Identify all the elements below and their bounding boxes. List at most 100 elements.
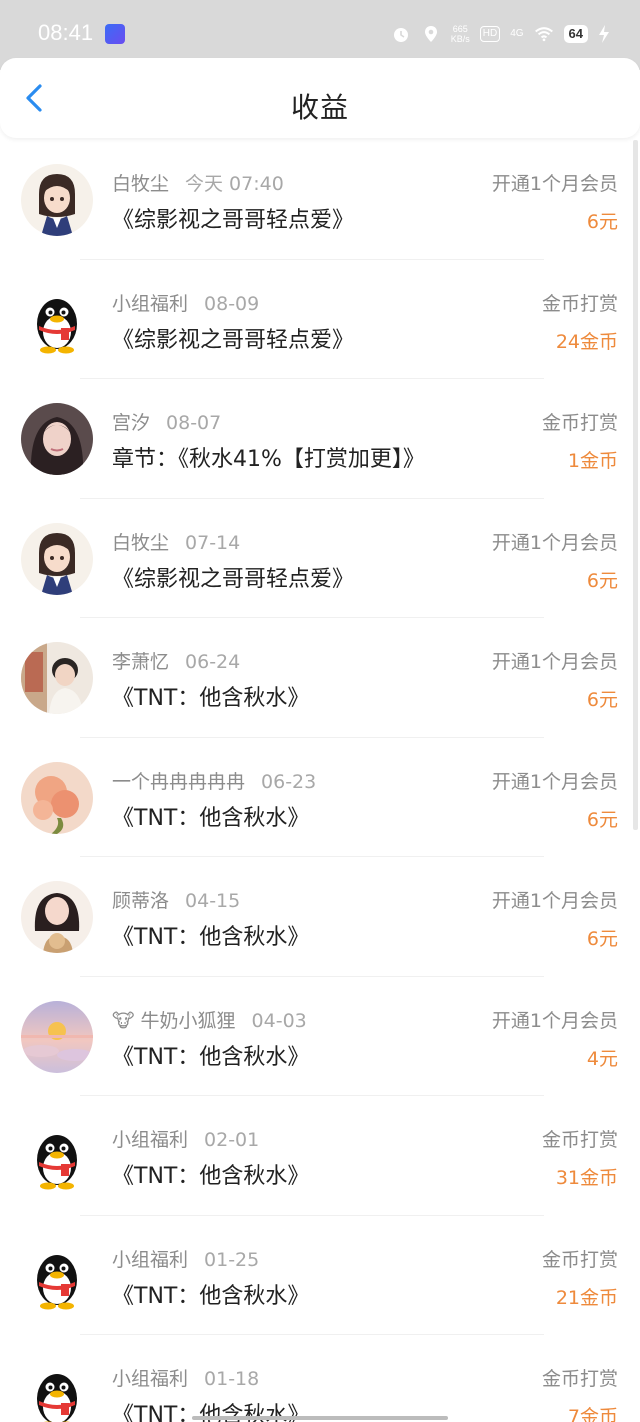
book-title: 《综影视之哥哥轻点爱》 (112, 566, 355, 592)
app-notification-icon (105, 24, 125, 44)
earnings-row[interactable]: 宫汐 08-07 章节：《秋水41%【打赏加更】》 金币打赏 1金币 (0, 379, 640, 499)
avatar[interactable] (21, 1120, 93, 1192)
earning-amount: 6元 (586, 211, 618, 233)
book-title: 《TNT：他含秋水》 (112, 1283, 310, 1309)
network-speed-value: 665 (452, 24, 468, 34)
scrollbar[interactable] (633, 140, 638, 830)
user-name: 小组福利 (112, 292, 189, 315)
earning-type: 开通1个月会员 (491, 173, 618, 195)
earning-amount: 4元 (586, 1047, 618, 1070)
avatar[interactable] (21, 642, 93, 714)
row-date: 01-18 (204, 1368, 260, 1390)
user-name: 李萧忆 (112, 651, 170, 673)
book-title: 《TNT：他含秋水》 (112, 686, 310, 711)
row-meta: 小组福利 02-01 (112, 1125, 259, 1152)
row-meta: 白牧尘 07-14 (112, 528, 240, 555)
row-date: 08-09 (204, 292, 260, 315)
row-date: 04-03 (251, 1009, 307, 1032)
earning-type: 开通1个月会员 (491, 651, 618, 673)
user-name: 宫汐 (112, 412, 151, 434)
page-title: 收益 (290, 91, 349, 124)
row-meta: 小组福利 01-18 (112, 1364, 259, 1391)
row-date: 04-15 (185, 890, 241, 912)
user-name: 小组福利 (112, 1368, 189, 1390)
avatar[interactable] (21, 1359, 93, 1422)
row-meta: 小组福利 01-25 (112, 1245, 259, 1272)
earning-type: 金币打赏 (541, 292, 618, 315)
avatar[interactable] (21, 522, 93, 595)
avatar[interactable] (21, 164, 93, 236)
network-type: 4G (510, 28, 524, 39)
earning-amount: 24金币 (555, 330, 618, 353)
book-title: 《TNT：他含秋水》 (112, 1044, 310, 1070)
earning-type: 开通1个月会员 (491, 531, 618, 554)
earnings-row[interactable]: 小组福利 02-01 《TNT：他含秋水》 金币打赏 31金币 (0, 1096, 640, 1216)
avatar[interactable] (21, 403, 93, 475)
row-meta: 李萧忆 06-24 (112, 647, 240, 674)
earnings-row[interactable]: 🐮 牛奶小狐狸 04-03 《TNT：他含秋水》 开通1个月会员 4元 (0, 977, 640, 1096)
book-title: 《综影视之哥哥轻点爱》 (112, 327, 355, 353)
alarm-icon (393, 28, 408, 42)
earning-type: 开通1个月会员 (491, 1009, 618, 1032)
earning-type: 金币打赏 (541, 1129, 618, 1151)
charging-icon (599, 25, 609, 43)
network-speed: 665 KB/s (451, 24, 470, 44)
user-name: 🐮 牛奶小狐狸 (112, 1009, 236, 1032)
user-name: 白牧尘 (112, 173, 170, 195)
book-title: 《TNT：他含秋水》 (112, 805, 310, 831)
earnings-row[interactable]: 小组福利 08-09 《综影视之哥哥轻点爱》 金币打赏 24金币 (0, 260, 640, 379)
user-name: 白牧尘 (112, 531, 170, 554)
avatar[interactable] (21, 1239, 93, 1312)
row-meta: 白牧尘 今天 07:40 (112, 169, 284, 196)
earnings-row[interactable]: 一个冉冉冉冉冉 06-23 《TNT：他含秋水》 开通1个月会员 6元 (0, 738, 640, 857)
row-meta: 小组福利 08-09 (112, 289, 259, 316)
screen: 08:41 665 KB/s HD 4G 64 收益 白牧尘 今天 07:40 … (0, 0, 640, 1422)
earning-type: 金币打赏 (541, 412, 618, 434)
earning-amount: 1金币 (567, 450, 618, 472)
earning-amount: 6元 (586, 808, 618, 831)
battery-level: 64 (563, 25, 588, 43)
earnings-row[interactable]: 顾蒂洛 04-15 《TNT：他含秋水》 开通1个月会员 6元 (0, 857, 640, 977)
user-name: 一个冉冉冉冉冉 (112, 770, 246, 793)
home-indicator[interactable] (192, 1416, 448, 1420)
avatar[interactable] (21, 881, 93, 953)
earnings-row[interactable]: 李萧忆 06-24 《TNT：他含秋水》 开通1个月会员 6元 (0, 618, 640, 738)
avatar[interactable] (21, 283, 93, 356)
earnings-row[interactable]: 小组福利 01-18 《TNT：他含秋水》 金币打赏 7金币 (0, 1335, 640, 1422)
location-icon (424, 26, 437, 42)
row-meta: 一个冉冉冉冉冉 06-23 (112, 767, 316, 794)
row-date: 今天 07:40 (185, 173, 284, 195)
earning-amount: 6元 (586, 928, 618, 950)
earning-amount: 21金币 (555, 1286, 618, 1309)
row-date: 06-24 (185, 651, 241, 673)
earning-amount: 31金币 (555, 1167, 618, 1189)
row-date: 07-14 (185, 531, 241, 554)
row-meta: 宫汐 08-07 (112, 408, 221, 435)
user-name: 小组福利 (112, 1248, 189, 1271)
status-time: 08:41 (38, 20, 94, 45)
row-meta: 🐮 牛奶小狐狸 04-03 (112, 1006, 307, 1033)
earning-type: 开通1个月会员 (491, 770, 618, 793)
avatar[interactable] (21, 1000, 93, 1073)
row-meta: 顾蒂洛 04-15 (112, 886, 240, 913)
earnings-row[interactable]: 白牧尘 今天 07:40 《综影视之哥哥轻点爱》 开通1个月会员 6元 (0, 140, 640, 260)
avatar[interactable] (21, 761, 93, 834)
hd-badge: HD (479, 26, 501, 42)
header: 收益 (0, 58, 640, 138)
status-icons: 665 KB/s HD 4G 64 (391, 20, 610, 48)
row-date: 01-25 (204, 1248, 260, 1271)
user-name: 小组福利 (112, 1129, 189, 1151)
earnings-list: 白牧尘 今天 07:40 《综影视之哥哥轻点爱》 开通1个月会员 6元 小组福利 08-09… (0, 140, 640, 1422)
book-title: 《综影视之哥哥轻点爱》 (112, 208, 355, 233)
earning-type: 金币打赏 (541, 1248, 618, 1271)
earning-amount: 6元 (586, 689, 618, 711)
earning-amount: 7金币 (567, 1406, 618, 1422)
earnings-row[interactable]: 小组福利 01-25 《TNT：他含秋水》 金币打赏 21金币 (0, 1216, 640, 1335)
row-date: 08-07 (166, 412, 222, 434)
network-speed-unit: KB/s (450, 34, 470, 44)
book-title: 《TNT：他含秋水》 (112, 925, 310, 950)
book-title: 章节：《秋水41%【打赏加更】》 (112, 447, 425, 472)
wifi-icon (534, 27, 553, 42)
earning-type: 开通1个月会员 (491, 890, 618, 912)
earnings-row[interactable]: 白牧尘 07-14 《综影视之哥哥轻点爱》 开通1个月会员 6元 (0, 499, 640, 618)
